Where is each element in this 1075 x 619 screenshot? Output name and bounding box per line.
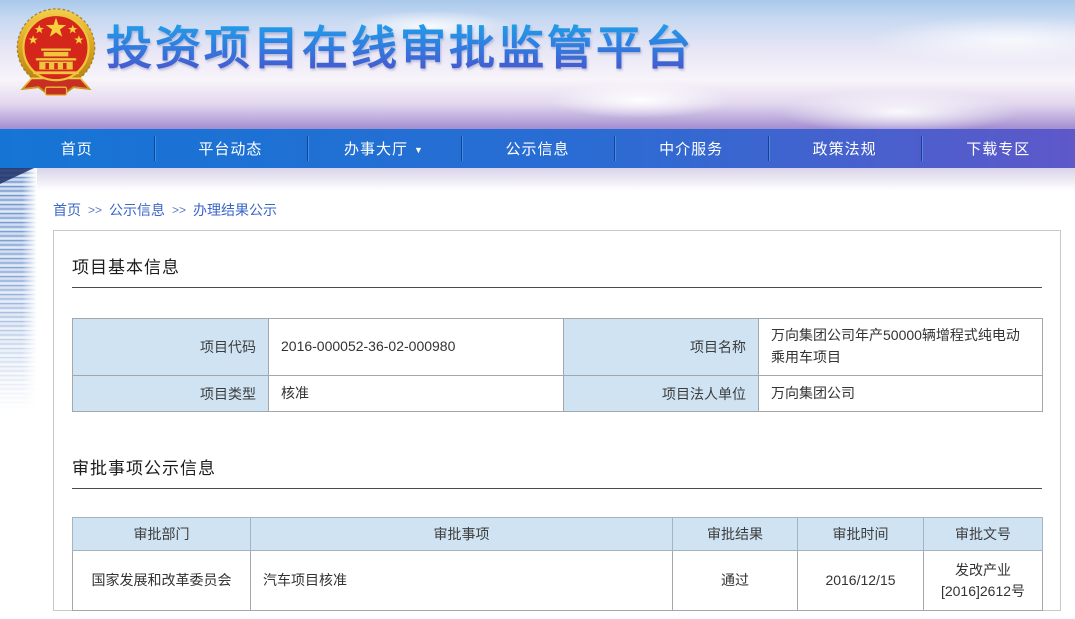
left-sky-wedge	[0, 168, 34, 184]
column-header-approval-department: 审批部门	[73, 518, 251, 551]
column-header-approval-result: 审批结果	[673, 518, 798, 551]
breadcrumb: 首页 >> 公示信息 >> 办理结果公示	[53, 200, 277, 220]
breadcrumb-result-publicity-link[interactable]: 办理结果公示	[193, 200, 277, 220]
section-title-project-basic-info: 项目基本信息	[72, 253, 1042, 288]
table-row: 国家发展和改革委员会 汽车项目核准 通过 2016/12/15 发改产业 [20…	[73, 551, 1043, 611]
left-sky-strip	[0, 168, 37, 438]
nav-item-platform-news[interactable]: 平台动态	[154, 129, 308, 168]
nav-item-label: 政策法规	[813, 138, 877, 159]
field-value-project-name: 万向集团公司年产50000辆增程式纯电动乘用车项目	[759, 319, 1043, 376]
field-value-project-type: 核准	[269, 376, 564, 412]
table-row: 项目代码 2016-000052-36-02-000980 项目名称 万向集团公…	[73, 319, 1043, 376]
cell-approval-result: 通过	[673, 551, 798, 611]
nav-item-downloads[interactable]: 下载专区	[921, 129, 1075, 168]
cell-approval-item: 汽车项目核准	[251, 551, 673, 611]
under-nav-gradient	[0, 168, 1075, 192]
nav-item-label: 公示信息	[506, 138, 570, 159]
field-label-project-name: 项目名称	[564, 319, 759, 376]
field-label-project-type: 项目类型	[73, 376, 269, 412]
breadcrumb-home-link[interactable]: 首页	[53, 200, 81, 220]
nav-item-intermediary-services[interactable]: 中介服务	[614, 129, 768, 168]
approval-items-table: 审批部门 审批事项 审批结果 审批时间 审批文号 国家发展和改革委员会 汽车项目…	[72, 517, 1043, 611]
section-title-approval-publicity: 审批事项公示信息	[72, 454, 1042, 489]
main-nav: 首页 平台动态 办事大厅 ▼ 公示信息 中介服务 政策法规 下载专区	[0, 129, 1075, 168]
nav-item-label: 首页	[61, 138, 93, 159]
china-national-emblem-icon	[12, 6, 100, 98]
nav-item-label: 平台动态	[198, 138, 262, 159]
cell-approval-time: 2016/12/15	[798, 551, 924, 611]
site-header: 投资项目在线审批监管平台	[0, 0, 1075, 129]
site-title: 投资项目在线审批监管平台	[106, 13, 694, 83]
nav-item-label: 下载专区	[966, 138, 1030, 159]
table-header-row: 审批部门 审批事项 审批结果 审批时间 审批文号	[73, 518, 1043, 551]
chevron-down-icon: ▼	[414, 145, 424, 155]
nav-item-home[interactable]: 首页	[0, 129, 154, 168]
breadcrumb-separator: >>	[172, 203, 186, 217]
field-value-legal-entity: 万向集团公司	[759, 376, 1043, 412]
nav-item-public-info[interactable]: 公示信息	[461, 129, 615, 168]
nav-item-service-hall[interactable]: 办事大厅 ▼	[307, 129, 461, 168]
column-header-approval-time: 审批时间	[798, 518, 924, 551]
project-basic-info-table: 项目代码 2016-000052-36-02-000980 项目名称 万向集团公…	[72, 318, 1043, 412]
field-value-project-code: 2016-000052-36-02-000980	[269, 319, 564, 376]
nav-item-label: 办事大厅	[344, 138, 408, 159]
column-header-approval-item: 审批事项	[251, 518, 673, 551]
breadcrumb-separator: >>	[88, 203, 102, 217]
field-label-project-code: 项目代码	[73, 319, 269, 376]
cell-approval-doc-number: 发改产业 [2016]2612号	[924, 551, 1043, 611]
field-label-legal-entity: 项目法人单位	[564, 376, 759, 412]
nav-item-policies[interactable]: 政策法规	[768, 129, 922, 168]
table-row: 项目类型 核准 项目法人单位 万向集团公司	[73, 376, 1043, 412]
content-card: 项目基本信息 项目代码 2016-000052-36-02-000980 项目名…	[53, 230, 1061, 611]
nav-item-label: 中介服务	[659, 138, 723, 159]
column-header-approval-doc-number: 审批文号	[924, 518, 1043, 551]
cell-approval-department: 国家发展和改革委员会	[73, 551, 251, 611]
breadcrumb-public-info-link[interactable]: 公示信息	[109, 200, 165, 220]
